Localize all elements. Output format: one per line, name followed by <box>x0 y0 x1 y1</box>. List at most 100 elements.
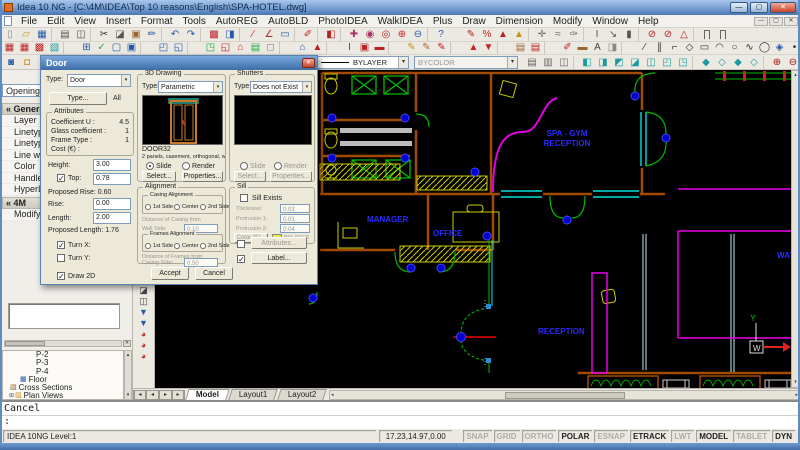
view-top-icon[interactable]: ◧ <box>579 56 595 69</box>
section-beam2-icon[interactable]: ∏ <box>715 28 731 41</box>
mdi-restore-button[interactable]: ▢ <box>769 17 783 26</box>
view-rotate-1-icon[interactable]: ◆ <box>698 56 714 69</box>
collapse-icon[interactable]: ▼ <box>136 307 151 318</box>
Help[interactable]: Help <box>633 16 664 27</box>
levels-icon[interactable]: ▲ <box>511 28 527 41</box>
zoom-realtime-icon[interactable]: ◉ <box>362 28 378 41</box>
status-toggle[interactable]: POLAR <box>558 430 592 442</box>
casing-1st-radio[interactable] <box>145 204 151 210</box>
dimension-icon[interactable]: ▭ <box>277 28 293 41</box>
Dimension[interactable]: Dimension <box>491 16 548 27</box>
accept-button[interactable]: Accept <box>151 267 189 280</box>
tree-hscrollbar[interactable] <box>4 340 122 347</box>
turn-x-checkbox[interactable] <box>57 241 65 249</box>
match-properties-icon[interactable]: ◧ <box>323 28 339 41</box>
view-nw-iso-icon[interactable]: ◳ <box>675 56 691 69</box>
WalkIDEA[interactable]: WalkIDEA <box>373 16 428 27</box>
type-button[interactable]: Type... <box>49 92 107 105</box>
properties-button[interactable]: Properties... <box>182 171 223 182</box>
slope-icon[interactable]: ↘ <box>605 28 621 41</box>
xref-icon[interactable]: ◙ <box>3 56 19 69</box>
pencil-red-icon[interactable]: ✎ <box>434 42 449 55</box>
camera3-icon[interactable]: ◕ <box>136 351 151 362</box>
frames-center-radio[interactable] <box>174 243 180 249</box>
window-grid-icon[interactable]: ⊞ <box>79 42 94 55</box>
command-prompt[interactable]: : <box>0 416 800 428</box>
polygon-icon[interactable]: ◇ <box>682 42 697 55</box>
layers-panel-icon[interactable]: ◪ <box>136 285 151 296</box>
hatch-red-icon[interactable]: ▩ <box>206 28 222 41</box>
View[interactable]: View <box>69 16 101 27</box>
draw-2d-checkbox[interactable] <box>57 272 65 280</box>
save-icon[interactable]: ▦ <box>34 28 50 41</box>
casing-center-radio[interactable] <box>174 204 180 210</box>
edit-line-icon[interactable]: ∕ <box>245 28 261 41</box>
grid-blue-icon[interactable]: ◨ <box>222 28 238 41</box>
Insert[interactable]: Insert <box>101 16 136 27</box>
roof-blue-icon[interactable]: ⌂ <box>295 42 310 55</box>
AutoBLD[interactable]: AutoBLD <box>263 16 313 27</box>
frames-1st-radio[interactable] <box>145 243 151 249</box>
layout-tab[interactable]: Layout1 <box>228 389 278 400</box>
d3-type-combo[interactable]: Parametric ▾ <box>158 81 223 93</box>
status-toggle[interactable]: GRID <box>494 430 520 442</box>
wall-bar-icon[interactable]: ▬ <box>575 42 590 55</box>
layout-tab[interactable]: Model <box>185 389 230 400</box>
text-tool-icon[interactable]: A <box>590 42 605 55</box>
tab-prev-button[interactable]: ◂ <box>146 390 159 400</box>
command-line[interactable]: Cancel : <box>0 400 800 428</box>
section-beam-icon[interactable]: ∏ <box>699 28 715 41</box>
multiline-icon[interactable]: ∥ <box>652 42 667 55</box>
percent-icon[interactable]: % <box>479 28 495 41</box>
paste-icon[interactable]: ▣ <box>128 28 144 41</box>
mdi-minimize-button[interactable]: — <box>754 17 768 26</box>
status-toggle[interactable]: TABLET <box>733 430 770 442</box>
plot-preview-icon[interactable]: ▥ <box>540 56 556 69</box>
views-panel-icon[interactable]: ◫ <box>136 296 151 307</box>
top-field[interactable]: 0.78 <box>93 173 131 185</box>
box-filled-icon[interactable]: ▣ <box>124 42 139 55</box>
grid-red2-icon[interactable]: ▦ <box>17 42 32 55</box>
tab-next-button[interactable]: ▸ <box>159 390 172 400</box>
raise-icon[interactable]: ▲ <box>466 42 481 55</box>
no-entry-icon[interactable]: ⊘ <box>644 28 660 41</box>
turn-y-checkbox[interactable] <box>57 254 65 262</box>
grid-red-icon[interactable]: ▦ <box>2 42 17 55</box>
circle-icon[interactable]: ○ <box>727 42 742 55</box>
tree-vscrollbar[interactable]: ▴ ▾ <box>124 350 132 400</box>
print-preview-icon[interactable]: ◫ <box>73 28 89 41</box>
box-outline-icon[interactable]: ▢ <box>109 42 124 55</box>
box-red-icon[interactable]: ▣ <box>357 42 372 55</box>
print-icon[interactable]: ▤ <box>57 28 73 41</box>
table-color-icon[interactable]: ▧ <box>47 42 62 55</box>
zoom-out-icon[interactable]: ⊖ <box>410 28 426 41</box>
AutoREG[interactable]: AutoREG <box>211 16 263 27</box>
close-icon[interactable]: ✕ <box>302 58 315 68</box>
plot-icon[interactable]: ▤ <box>524 56 540 69</box>
view-rotate-3-icon[interactable]: ◆ <box>730 56 746 69</box>
beam-red-icon[interactable]: I <box>342 42 357 55</box>
zoom-window-icon[interactable]: ◎ <box>378 28 394 41</box>
Tools[interactable]: Tools <box>178 16 211 27</box>
view-ne-iso-icon[interactable]: ◰ <box>659 56 675 69</box>
PhotoIDEA[interactable]: PhotoIDEA <box>313 16 372 27</box>
select-button[interactable]: Select... <box>142 171 176 182</box>
view-sw-iso-icon[interactable]: ◪ <box>627 56 643 69</box>
camera-icon[interactable]: ◕ <box>136 329 151 340</box>
frames-2nd-radio[interactable] <box>200 243 206 249</box>
sill-exists-checkbox[interactable] <box>240 194 248 202</box>
expand-icon[interactable]: ⊞ <box>9 392 14 400</box>
Modify[interactable]: Modify <box>548 16 587 27</box>
layer-manager-icon[interactable]: ◘ <box>19 56 35 69</box>
close-button[interactable]: ✕ <box>770 2 796 13</box>
grid-star-icon[interactable]: ▩ <box>32 42 47 55</box>
column-icon[interactable]: ▮ <box>621 28 637 41</box>
spline-icon[interactable]: ∿ <box>742 42 757 55</box>
view-se-iso-icon[interactable]: ◫ <box>643 56 659 69</box>
Format[interactable]: Format <box>136 16 178 27</box>
tab-last-button[interactable]: ▸ <box>172 390 185 400</box>
shutters-type-combo[interactable]: Does not Exist ▾ <box>250 81 312 93</box>
canvas-hscrollbar[interactable]: ◂ ▸ <box>329 390 800 400</box>
label-button[interactable]: Label... <box>251 252 307 264</box>
measure-icon[interactable]: ≈ <box>550 28 566 41</box>
